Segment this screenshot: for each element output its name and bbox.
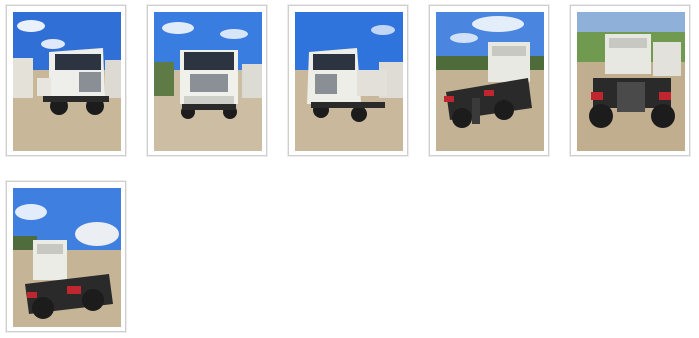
gallery-thumbnail-3[interactable] — [288, 5, 408, 156]
image-gallery — [0, 0, 699, 338]
gallery-thumbnail-4[interactable] — [429, 5, 549, 156]
gallery-thumbnail-1[interactable] — [6, 5, 126, 156]
gallery-thumbnail-6[interactable] — [6, 181, 126, 332]
truck-photo-1[interactable] — [13, 12, 121, 151]
truck-photo-3[interactable] — [295, 12, 403, 151]
truck-photo-6[interactable] — [13, 188, 121, 327]
truck-photo-5[interactable] — [577, 12, 685, 151]
gallery-thumbnail-2[interactable] — [147, 5, 267, 156]
gallery-thumbnail-5[interactable] — [570, 5, 690, 156]
truck-photo-4[interactable] — [436, 12, 544, 151]
truck-photo-2[interactable] — [154, 12, 262, 151]
